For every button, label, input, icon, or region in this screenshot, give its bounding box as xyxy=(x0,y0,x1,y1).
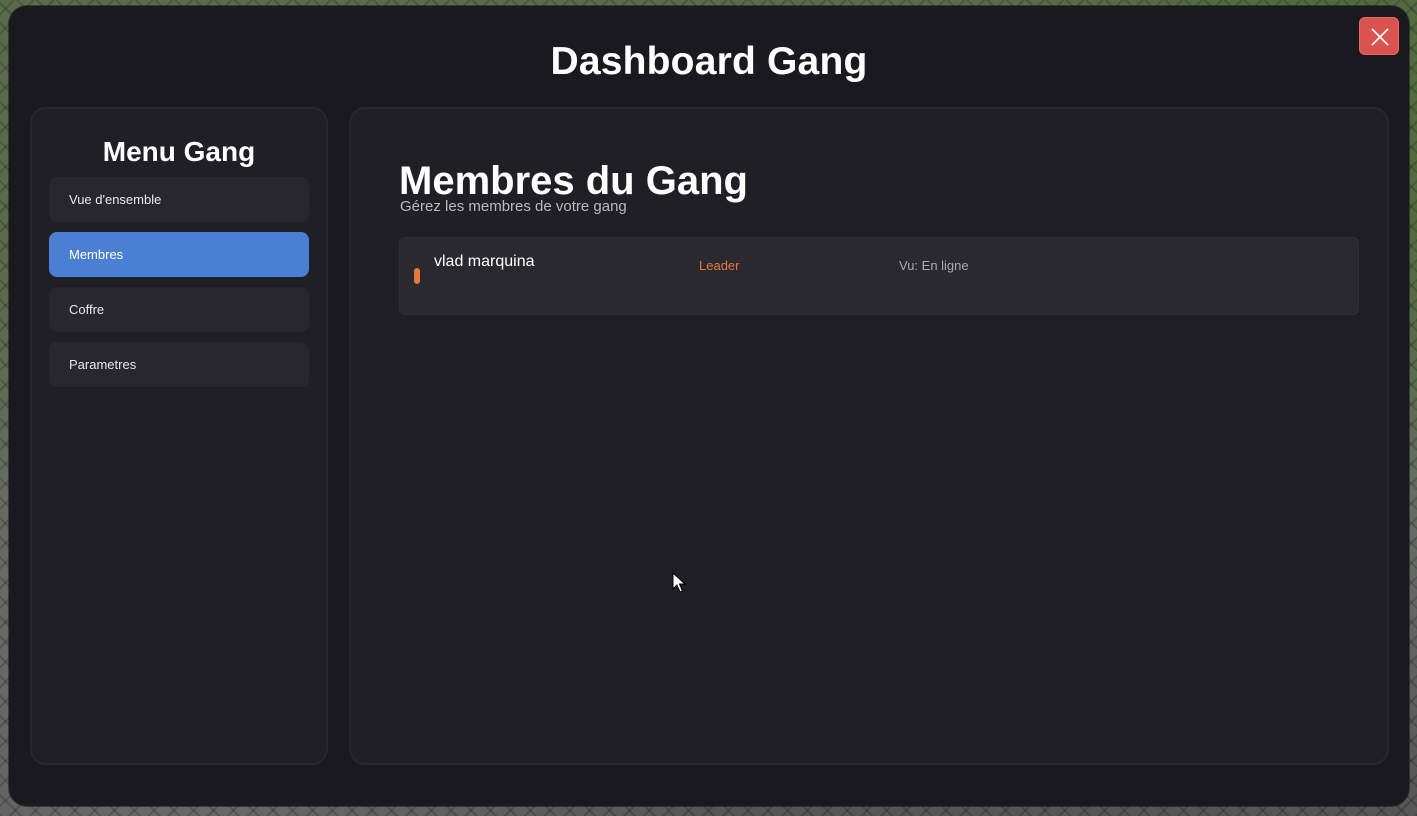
dashboard-window: Dashboard Gang Menu Gang Vue d'ensemble … xyxy=(9,6,1409,806)
main-panel: Membres du Gang Gérez les membres de vot… xyxy=(349,107,1389,765)
sidebar-menu: Vue d'ensemble Membres Coffre Parametres xyxy=(49,177,309,397)
sidebar-item-overview[interactable]: Vue d'ensemble xyxy=(49,177,309,222)
member-role: Leader xyxy=(699,258,740,273)
sidebar-item-vault[interactable]: Coffre xyxy=(49,287,309,332)
mouse-cursor-icon xyxy=(672,572,686,593)
sidebar-title: Menu Gang xyxy=(102,136,256,167)
close-button[interactable] xyxy=(1359,17,1399,55)
sidebar: Menu Gang Vue d'ensemble Membres Coffre … xyxy=(30,107,328,765)
page-subtitle: Gérez les membres de votre gang xyxy=(400,198,627,215)
member-name: vlad marquina xyxy=(434,253,535,270)
close-icon xyxy=(1371,28,1389,46)
sidebar-item-settings[interactable]: Parametres xyxy=(49,342,309,387)
member-row[interactable]: vlad marquina Leader Vu: En ligne xyxy=(399,237,1359,315)
member-last-seen: Vu: En ligne xyxy=(899,258,969,273)
member-status-indicator xyxy=(414,268,420,284)
window-title: Dashboard Gang xyxy=(550,40,868,83)
sidebar-item-members[interactable]: Membres xyxy=(49,232,309,277)
